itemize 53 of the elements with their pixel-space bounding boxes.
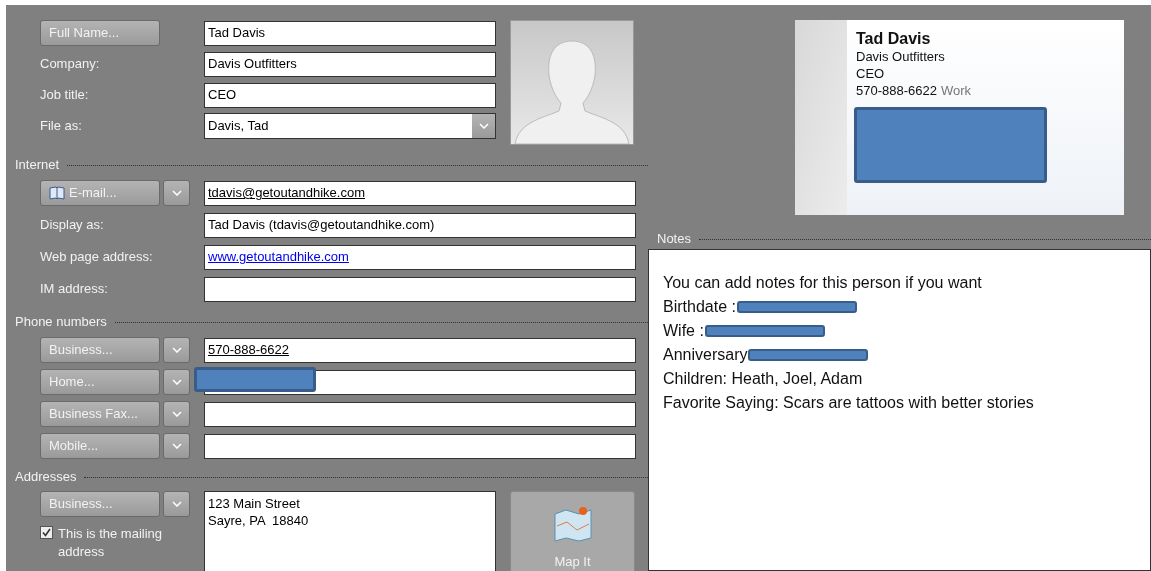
text-field[interactable]: Tad Davis [204, 20, 496, 46]
person-silhouette-icon [513, 39, 631, 144]
note-line: Birthdate : [663, 297, 736, 317]
business-card[interactable]: Tad Davis Davis Outfitters CEO 570-888-6622 Work [795, 20, 1124, 215]
section-title: Phone numbers [15, 313, 107, 332]
dropdown-button[interactable] [163, 491, 190, 517]
field-label: File as: [40, 117, 82, 136]
map-icon [552, 506, 593, 542]
card-line-type: Work [940, 82, 972, 99]
caret-icon [171, 501, 182, 507]
field-label: IM address: [40, 280, 108, 299]
text-field[interactable] [204, 276, 636, 302]
contact-photo[interactable] [510, 20, 634, 145]
caret-icon [171, 190, 182, 196]
notes-field[interactable]: You can add notes for this person if you want Birthdate : Wife : Anniversary Children: Heath, Joel, Adam Favorite Saying: Scars are tattoos with better stories [648, 249, 1151, 571]
file-as-dropdown[interactable]: Davis, Tad [204, 113, 496, 139]
text-field[interactable]: www.getoutandhike.com [204, 244, 636, 270]
card-line: Davis Outfitters [856, 48, 945, 65]
text-field[interactable]: tdavis@getoutandhike.com [204, 180, 636, 206]
card-line: 570-888-6622 [856, 82, 937, 99]
caret-icon [171, 347, 182, 353]
field-label: Company: [40, 55, 100, 74]
field-label: Web page address: [40, 248, 153, 267]
text-field[interactable]: Davis Outfitters [204, 51, 496, 77]
checkbox-label: This is the mailing address [58, 525, 164, 561]
note-line: Anniversary [663, 345, 748, 365]
card-name: Tad Davis [856, 29, 932, 48]
card-line: CEO [856, 65, 885, 82]
dropdown-button[interactable] [163, 180, 190, 206]
dropdown-button[interactable] [163, 337, 190, 363]
section-title: Notes [657, 230, 691, 249]
caret-icon [171, 411, 182, 417]
field-label: Display as: [40, 216, 104, 235]
note-line: Children: Heath, Joel, Adam [663, 369, 863, 389]
dropdown-button[interactable] [163, 401, 190, 427]
caret-icon [478, 123, 489, 129]
field-label: Job title: [40, 86, 89, 105]
dropdown-button[interactable] [163, 433, 190, 459]
caret-icon [171, 443, 182, 449]
text-field[interactable]: CEO [204, 82, 496, 108]
text-field[interactable]: Tad Davis (tdavis@getoutandhike.com) [204, 212, 636, 238]
address-field[interactable]: 123 Main Street Sayre, PA 18840 [204, 491, 496, 571]
text-field[interactable] [204, 401, 636, 427]
note-line: Favorite Saying: Scars are tattoos with better stories [663, 393, 1034, 413]
section-title: Addresses [15, 468, 77, 487]
note-line: You can add notes for this person if you want [663, 273, 982, 293]
text-field[interactable] [204, 433, 636, 459]
section-title: Internet [15, 156, 60, 175]
dropdown-button[interactable] [163, 369, 190, 395]
mailing-checkbox[interactable] [40, 526, 53, 539]
note-line: Wife : [663, 321, 704, 341]
text-field[interactable]: 570-888-6622 [204, 337, 636, 363]
caret-icon [171, 379, 182, 385]
